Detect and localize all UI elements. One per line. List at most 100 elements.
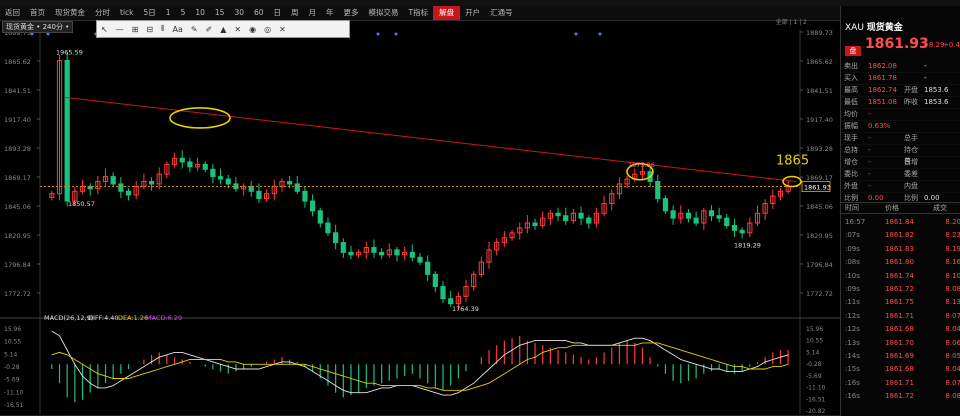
candle-body — [670, 210, 676, 219]
y-tick-label-left: 1796.84 — [4, 261, 31, 269]
event-dot — [598, 32, 602, 36]
y-tick-label-left: 1820.95 — [4, 232, 31, 240]
y-tick-label-right: 1772.72 — [806, 290, 833, 298]
draw-tool-icon[interactable]: ◎ — [260, 25, 275, 34]
macd-y-tick-left: -11.10 — [4, 389, 24, 396]
tick-time: :11s — [845, 298, 860, 307]
quote-key2 — [904, 61, 924, 72]
quote-key2: 持仓差 — [904, 146, 918, 165]
tick-row: :14s 1861.69 8.05 — [841, 350, 960, 363]
tick-qty: 8.10 — [945, 271, 960, 280]
tick-row: :09s 1861.72 8.08 — [841, 283, 960, 296]
tick-price: 1861.68 — [885, 365, 914, 374]
candle-body — [64, 60, 70, 202]
draw-tool-icon[interactable]: ✐ — [202, 25, 217, 34]
draw-tool-icon[interactable]: Aa — [168, 25, 186, 34]
macd-y-tick-left: 5.14 — [4, 351, 18, 358]
tick-qty: 8.07 — [945, 311, 960, 320]
quote-value2: - — [924, 62, 927, 70]
quote-key: 买入 — [844, 74, 858, 82]
quote-key2: 日增 — [904, 158, 918, 166]
price-annotation: 1875.86 — [628, 161, 655, 169]
draw-tool-icon[interactable]: ✕ — [230, 25, 245, 34]
tick-row: :09s 1861.83 8.19 — [841, 243, 960, 256]
macd-y-tick-left: -5.69 — [4, 377, 20, 384]
quote-name: 现货黄金 — [866, 23, 903, 33]
draw-tool-icon[interactable]: ⫴ — [157, 24, 168, 34]
draw-tool-icon[interactable]: ⊞ — [128, 25, 143, 34]
candle-body — [532, 222, 538, 226]
quote-row: 总持 - 持仓差 — [841, 145, 960, 165]
chart-title[interactable]: 现货黄金 • 240分 • — [2, 21, 74, 33]
y-tick-label-right: 1893.28 — [806, 145, 833, 153]
candle-body — [125, 190, 132, 196]
quote-change-pct: +0.45% — [943, 41, 960, 49]
y-tick-label-right: 1869.17 — [806, 174, 833, 182]
draw-tool-icon[interactable]: ✎ — [187, 25, 202, 34]
quote-key: 最低 — [844, 98, 858, 106]
quote-key2 — [904, 121, 924, 132]
tick-price: 1861.84 — [885, 218, 914, 226]
price-annotation: 1965.59 — [56, 48, 83, 56]
candle-body — [685, 212, 692, 219]
draw-tool-icon[interactable]: ◉ — [245, 25, 260, 34]
price-chart[interactable]: 1889.73 1889.731865.62 1865.621841.51 1841.… — [0, 6, 840, 416]
tick-row: :12s 1861.68 8.04 — [841, 323, 960, 336]
candle-body — [256, 190, 262, 200]
quote-symbol-title: XAU 现货黄金 — [845, 20, 903, 33]
draw-tool-icon[interactable]: — — [112, 25, 128, 34]
tick-price: 1861.80 — [885, 258, 914, 267]
candle-body — [294, 183, 300, 192]
macd-y-tick-right: -16.51 — [806, 396, 826, 403]
tick-price: 1861.68 — [885, 325, 914, 334]
tick-qty: 8.04 — [945, 365, 960, 374]
ticks-list[interactable]: 16:57 1861.84 8.20:07s 1861.82 8.23:09s 1861.… — [841, 216, 960, 403]
quote-table: 卖出 1862.08 - 买入 1861.78 - 最高 1862.74 开盘 1853.6 最低 1… — [841, 61, 960, 205]
tick-qty: 8.13 — [945, 298, 960, 307]
candle-body — [348, 251, 354, 256]
tick-time: :12s — [845, 311, 860, 320]
y-tick-label-right: 1820.95 — [806, 232, 833, 240]
macd-y-tick-right: -20.82 — [806, 408, 826, 415]
quote-value2 — [924, 133, 960, 144]
chart-right-label[interactable]: 全部 | 1 | 2 — [737, 17, 807, 26]
tick-price: 1861.83 — [885, 244, 914, 253]
quote-change: +8.29 — [923, 41, 945, 49]
tick-qty: 8.05 — [945, 351, 960, 360]
macd-y-tick-right: 5.14 — [806, 349, 820, 356]
tick-time: :10s — [845, 271, 860, 280]
quote-key2 — [904, 73, 924, 84]
tick-price: 1861.74 — [885, 271, 914, 280]
y-tick-label-left: 1845.06 — [4, 203, 31, 211]
quote-symbol: XAU — [845, 23, 864, 33]
quote-row: 振幅 0.63% — [841, 121, 960, 133]
quote-value: - — [868, 182, 871, 190]
up-arrow-icon: ↑ — [913, 39, 920, 48]
quote-value: 1862.74 — [868, 86, 897, 94]
quote-row: 卖出 1862.08 - — [841, 61, 960, 73]
tick-time: :16s — [845, 392, 860, 401]
quote-value: - — [868, 146, 871, 154]
tick-price: 1861.82 — [885, 231, 914, 240]
quote-value: - — [868, 134, 871, 142]
y-tick-label-left: 1841.51 — [4, 87, 31, 95]
tick-price: 1861.71 — [885, 311, 914, 320]
macd-y-tick-left: 10.55 — [4, 339, 21, 346]
draw-tool-icon[interactable]: ✕ — [275, 25, 290, 34]
price-annotation: 1819.29 — [734, 241, 761, 249]
quote-value2 — [924, 157, 960, 168]
draw-tool-icon[interactable]: ⊟ — [142, 25, 157, 34]
quote-row: 委比 - 委差 — [841, 169, 960, 181]
candle-body — [432, 273, 438, 288]
draw-tool-icon[interactable]: ▲ — [216, 25, 230, 34]
candle-body — [110, 176, 116, 185]
event-dot — [376, 32, 380, 36]
draw-tool-icon[interactable]: ↖ — [97, 25, 112, 34]
macd-label: MACD(26,12,9) — [44, 314, 93, 322]
quote-key: 卖出 — [844, 62, 858, 70]
quote-value: 1851.08 — [868, 98, 897, 106]
quote-panel: XAU 现货黄金 盘 1861.93 ↑ +8.29 +0.45% 卖出1862… — [840, 6, 960, 416]
quote-row: 均价 - — [841, 109, 960, 121]
tick-time: :12s — [845, 325, 860, 334]
quote-value2 — [924, 181, 960, 192]
